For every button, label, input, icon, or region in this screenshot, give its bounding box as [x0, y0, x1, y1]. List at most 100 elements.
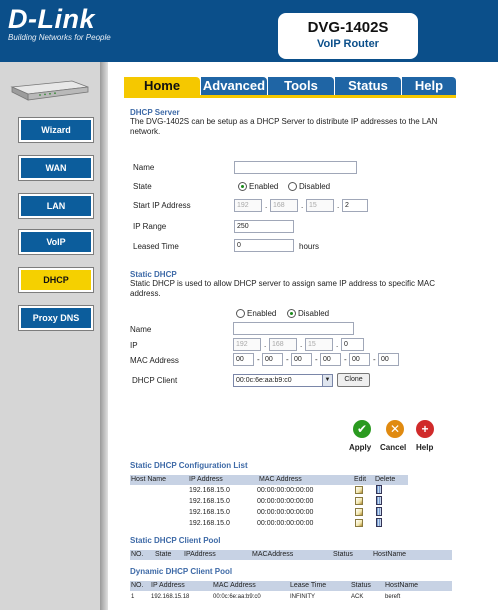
edit-icon[interactable]: [355, 519, 363, 527]
check-icon[interactable]: ✔: [353, 420, 371, 438]
cancel-button[interactable]: Cancel: [380, 443, 406, 452]
edit-icon[interactable]: [355, 508, 363, 516]
start-ip-octet-1[interactable]: 192: [234, 199, 262, 212]
mac-octet-3[interactable]: 00: [291, 353, 312, 366]
mac-dash: -: [315, 355, 318, 364]
mac-octet-2[interactable]: 00: [262, 353, 283, 366]
product-badge: DVG-1402S VoIP Router: [278, 13, 418, 59]
ip-range-label: IP Range: [133, 222, 167, 231]
static-pool-col-ip: IPAddress: [184, 551, 216, 558]
router-device-image: [10, 80, 89, 101]
sidebar-item-dhcp[interactable]: DHCP: [18, 267, 94, 293]
config-col-host: Host Name: [131, 476, 167, 483]
sidebar-item-wizard[interactable]: Wizard: [18, 117, 94, 143]
ip-dot: .: [336, 340, 339, 349]
product-subtitle: VoIP Router: [317, 38, 379, 50]
trash-icon[interactable]: [376, 496, 382, 505]
sidebar-item-wan[interactable]: WAN: [18, 155, 94, 181]
mac-dash: -: [286, 355, 289, 364]
static-name-field[interactable]: [233, 322, 354, 335]
static-state-disabled-label: Disabled: [298, 309, 330, 318]
dynamic-pool-col-mac: MAC Address: [213, 582, 256, 589]
config-row-ip: 192.168.15.0: [189, 520, 230, 527]
edit-icon[interactable]: [355, 486, 363, 494]
ip-dot: .: [264, 340, 267, 349]
config-col-ip: IP Address: [189, 476, 223, 483]
sidebar: [0, 62, 100, 610]
apply-button[interactable]: Apply: [349, 443, 371, 452]
start-ip-octet-4[interactable]: 2: [342, 199, 368, 212]
mac-octet-5[interactable]: 00: [349, 353, 370, 366]
static-ip-label: IP: [130, 341, 138, 350]
brand-tagline: Building Networks for People: [8, 33, 111, 42]
static-state-disabled-radio[interactable]: [287, 309, 296, 318]
tab-status[interactable]: Status: [335, 77, 401, 95]
help-button[interactable]: Help: [416, 443, 433, 452]
dhcp-state-disabled-label: Disabled: [299, 182, 331, 191]
mac-address-label: MAC Address: [130, 356, 179, 365]
tab-advanced[interactable]: Advanced: [201, 77, 267, 95]
sidebar-divider: [100, 62, 108, 610]
tab-tools[interactable]: Tools: [268, 77, 334, 95]
dhcp-client-select[interactable]: 00:0c:6e:aa:b9:c0 ▼: [233, 374, 333, 387]
dhcp-state-disabled-radio[interactable]: [288, 182, 297, 191]
start-ip-octet-3[interactable]: 15: [306, 199, 334, 212]
mac-octet-4[interactable]: 00: [320, 353, 341, 366]
trash-icon[interactable]: [376, 518, 382, 527]
dhcp-name-field[interactable]: [234, 161, 357, 174]
dynamic-row-status: ACK: [351, 594, 364, 600]
dhcp-state-label: State: [133, 182, 152, 191]
mac-octet-6[interactable]: 00: [378, 353, 399, 366]
dhcp-client-label: DHCP Client: [132, 376, 178, 385]
leased-time-unit: hours: [299, 242, 320, 251]
config-row-ip: 192.168.15.0: [189, 509, 230, 516]
ip-range-field[interactable]: 250: [234, 220, 294, 233]
static-ip-octet-2[interactable]: 168: [269, 338, 297, 351]
start-ip-label: Start IP Address: [133, 201, 191, 210]
tab-home[interactable]: Home: [124, 77, 200, 95]
config-row-mac: 00:00:00:00:00:00: [257, 520, 314, 527]
mac-octet-1[interactable]: 00: [233, 353, 254, 366]
dhcp-client-selected-value: 00:0c:6e:aa:b9:c0: [236, 377, 292, 384]
leased-time-field[interactable]: 0: [234, 239, 294, 252]
dynamic-pool-col-status: Status: [351, 582, 371, 589]
dhcp-state-enabled-radio[interactable]: [238, 182, 247, 191]
trash-icon[interactable]: [376, 485, 382, 494]
dhcp-state-enabled-label: Enabled: [249, 182, 279, 191]
sidebar-item-voip[interactable]: VoIP: [18, 229, 94, 255]
dynamic-pool-title: Dynamic DHCP Client Pool: [130, 567, 233, 576]
start-ip-octet-2[interactable]: 168: [270, 199, 298, 212]
dynamic-row-no: 1: [131, 594, 135, 600]
static-pool-col-mac: MACAddress: [252, 551, 294, 558]
ip-dot: .: [337, 201, 340, 210]
static-state-enabled-label: Enabled: [247, 309, 277, 318]
tab-help[interactable]: Help: [402, 77, 456, 95]
config-row-ip: 192.168.15.0: [189, 487, 230, 494]
static-state-enabled-radio[interactable]: [236, 309, 245, 318]
clone-button[interactable]: Clone: [337, 373, 370, 387]
static-pool-col-status: Status: [333, 551, 353, 558]
main-content: DHCP Server The DVG-1402S can be setup a…: [124, 98, 456, 610]
config-row-mac: 00:00:00:00:00:00: [257, 487, 314, 494]
dynamic-row-ip: 192.168.15.18: [151, 594, 190, 600]
config-col-mac: MAC Address: [259, 476, 302, 483]
static-dhcp-description: Static DHCP is used to allow DHCP server…: [130, 279, 436, 298]
edit-icon[interactable]: [355, 497, 363, 505]
dynamic-row-lease: INFINITY: [290, 594, 315, 600]
config-row-mac: 00:00:00:00:00:00: [257, 498, 314, 505]
static-ip-octet-1[interactable]: 192: [233, 338, 261, 351]
dhcp-server-description: The DVG-1402S can be setup as a DHCP Ser…: [130, 117, 438, 136]
static-dhcp-title: Static DHCP: [130, 270, 177, 279]
dhcp-name-label: Name: [133, 163, 155, 172]
sidebar-item-lan[interactable]: LAN: [18, 193, 94, 219]
static-name-label: Name: [130, 325, 152, 334]
static-ip-octet-4[interactable]: 0: [341, 338, 364, 351]
trash-icon[interactable]: [376, 507, 382, 516]
config-list-title: Static DHCP Configuration List: [130, 461, 248, 470]
help-plus-icon[interactable]: +: [416, 420, 434, 438]
ip-dot: .: [265, 201, 268, 210]
cancel-x-icon[interactable]: ✕: [386, 420, 404, 438]
static-pool-title: Static DHCP Client Pool: [130, 536, 221, 545]
sidebar-item-proxy-dns[interactable]: Proxy DNS: [18, 305, 94, 331]
static-ip-octet-3[interactable]: 15: [305, 338, 333, 351]
